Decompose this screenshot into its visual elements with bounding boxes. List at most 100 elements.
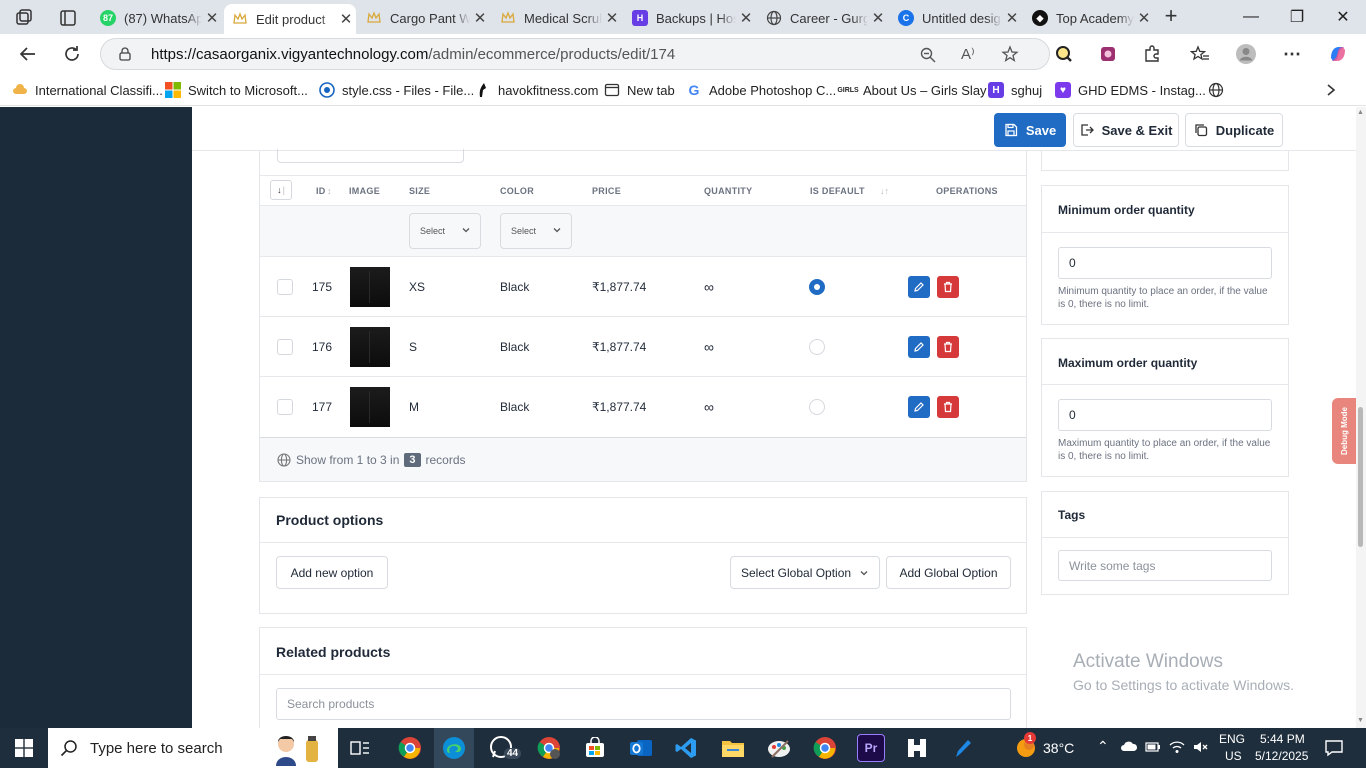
tab-top-academy[interactable]: ◆ Top Academy ✕ [1024,4,1154,32]
column-header-id[interactable]: ID [316,186,326,196]
taskbar-search-box[interactable]: Type here to search [48,728,338,768]
related-products-search-input[interactable]: Search products [276,688,1011,720]
chrome-alt-icon[interactable] [811,734,839,762]
scroll-up-icon[interactable]: ▲ [1357,109,1364,116]
tab-actions-icon[interactable] [58,8,78,28]
is-default-radio[interactable] [809,399,825,415]
close-tab-icon[interactable]: ✕ [602,9,622,27]
edge-icon[interactable] [434,728,474,768]
color-filter-select[interactable]: Select [500,213,572,249]
close-tab-icon[interactable]: ✕ [470,9,490,27]
whatsapp-taskbar-icon[interactable]: 44 [488,734,522,762]
max-order-quantity-input[interactable]: 0 [1058,399,1272,431]
debug-mode-tab[interactable]: Debug Mode [1332,398,1356,464]
bookmark-new-tab[interactable]: New tab [604,80,675,100]
tags-input[interactable]: Write some tags [1058,550,1272,581]
url-field[interactable]: https://casaorganix.vigyantechnology.com… [100,38,1050,70]
outlook-icon[interactable] [627,734,655,762]
chrome-icon[interactable] [396,734,424,762]
tab-medical-scrub[interactable]: Medical Scrub ✕ [492,4,622,32]
save-button[interactable]: Save [994,113,1066,147]
size-filter-select[interactable]: Select [409,213,481,249]
puzzle-extensions-icon[interactable] [1140,42,1164,66]
task-view-icon[interactable] [346,734,374,762]
refresh-icon[interactable] [60,42,84,66]
row-checkbox[interactable] [277,339,293,355]
vscode-icon[interactable] [672,734,700,762]
page-scrollbar[interactable]: ▲ ▼ [1356,107,1366,728]
premiere-pro-icon[interactable]: Pr [857,734,885,762]
close-tab-icon[interactable]: ✕ [336,10,356,28]
select-all-checkbox[interactable]: ↓ | [270,180,292,200]
store-icon[interactable] [581,734,609,762]
global-option-select[interactable]: Select Global Option [730,556,880,589]
pen-app-icon[interactable] [949,734,977,762]
windows-start-icon[interactable] [10,734,38,762]
bookmark-international[interactable]: International Classifi... [12,80,163,100]
save-exit-button[interactable]: Save & Exit [1073,113,1179,147]
minimize-icon[interactable]: — [1228,0,1274,34]
scroll-down-icon[interactable]: ▼ [1357,717,1364,724]
notifications-icon[interactable] [1324,738,1344,758]
search-extension-icon[interactable] [1052,42,1076,66]
zoom-icon[interactable] [919,46,937,64]
tab-career[interactable]: Career - Gurg ✕ [758,4,888,32]
close-window-icon[interactable]: ✕ [1320,0,1366,34]
extension-icon[interactable] [1096,42,1120,66]
add-new-option-button[interactable]: Add new option [276,556,388,589]
bulk-action-field[interactable] [277,149,464,163]
tab-untitled-design[interactable]: C Untitled desig ✕ [890,4,1022,32]
favorites-icon[interactable] [1188,42,1212,66]
is-default-radio[interactable] [809,279,825,295]
tab-cargo-pant[interactable]: Cargo Pant W ✕ [358,4,490,32]
more-menu-icon[interactable]: ⋯ [1280,42,1304,66]
is-default-radio[interactable] [809,339,825,355]
copilot-icon[interactable] [1326,42,1350,66]
tab-whatsapp[interactable]: 87 (87) WhatsApp ✕ [92,4,222,32]
close-tab-icon[interactable]: ✕ [202,9,222,27]
back-icon[interactable] [16,42,40,66]
battery-icon[interactable] [1145,739,1161,755]
app-grid-icon[interactable] [903,734,931,762]
wifi-icon[interactable] [1169,739,1185,755]
bookmark-style-css[interactable]: style.css - Files - File... [319,80,474,100]
new-tab-icon[interactable]: + [1160,5,1182,28]
close-tab-icon[interactable]: ✕ [1134,9,1154,27]
delete-variant-button[interactable] [937,396,959,418]
column-header-is-default[interactable]: IS DEFAULT [810,186,865,196]
scrollbar-thumb[interactable] [1358,407,1363,547]
volume-icon[interactable] [1192,739,1208,755]
bookmark-globe[interactable] [1208,80,1231,100]
close-tab-icon[interactable]: ✕ [1002,9,1022,27]
close-tab-icon[interactable]: ✕ [736,9,756,27]
bookmark-adobe[interactable]: G Adobe Photoshop C... [686,80,837,100]
bookmark-sghuj[interactable]: Hsghuj [988,80,1042,100]
profile-avatar-icon[interactable] [1234,42,1258,66]
read-aloud-icon[interactable]: A⁾ [961,45,975,63]
bookmark-microsoft[interactable]: Switch to Microsoft... [165,80,308,100]
edit-variant-button[interactable] [908,276,930,298]
file-explorer-icon[interactable] [719,734,747,762]
row-checkbox[interactable] [277,279,293,295]
language-label[interactable]: ENG [1219,732,1245,746]
edit-variant-button[interactable] [908,396,930,418]
row-checkbox[interactable] [277,399,293,415]
clock-date[interactable]: 5/12/2025 [1255,749,1308,763]
bookmarks-overflow-icon[interactable] [1324,80,1338,100]
chrome-profile-icon[interactable] [535,734,563,762]
min-order-quantity-input[interactable]: 0 [1058,247,1272,279]
workspaces-icon[interactable] [14,8,34,28]
tab-edit-product[interactable]: Edit product ✕ [224,4,356,34]
add-global-option-button[interactable]: Add Global Option [886,556,1011,589]
clock-time[interactable]: 5:44 PM [1260,732,1305,746]
restore-icon[interactable]: ❐ [1274,0,1320,34]
close-tab-icon[interactable]: ✕ [868,9,888,27]
tab-backups[interactable]: H Backups | Hos ✕ [624,4,756,32]
favorite-star-icon[interactable] [1001,45,1019,63]
edit-variant-button[interactable] [908,336,930,358]
tray-overflow-icon[interactable]: ⌃ [1097,738,1109,755]
bookmark-girls-slay[interactable]: GIRLS About Us – Girls Slay [837,80,986,100]
delete-variant-button[interactable] [937,336,959,358]
onedrive-icon[interactable] [1120,739,1138,753]
delete-variant-button[interactable] [937,276,959,298]
